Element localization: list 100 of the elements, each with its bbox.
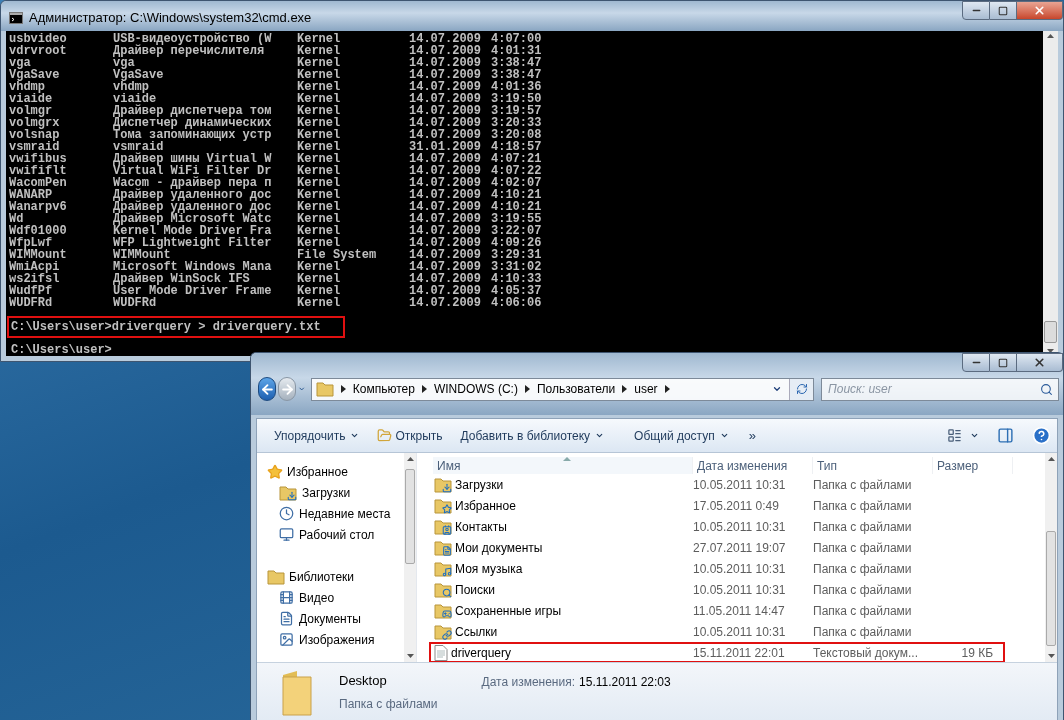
driver-description: Драйвер WinSock IFS [113,273,250,285]
folder-icon [434,623,452,640]
driver-time: 4:01:36 [491,81,542,93]
nav-group[interactable]: Избранное [267,461,348,482]
file-row[interactable]: Загрузки 10.05.2011 10:31 Папка с файлами [429,474,1005,495]
help-icon[interactable] [1032,426,1051,445]
command-line: C:\Users\user> [10,341,113,356]
scroll-down-arrow-icon[interactable] [406,654,414,658]
scroll-up-arrow-icon[interactable] [406,457,414,461]
column-header[interactable]: Имя [433,457,693,474]
driver-time: 3:19:55 [491,213,542,225]
driver-type: Kernel [297,81,342,93]
nav-item[interactable]: Видео [267,587,335,608]
search-icon[interactable] [1040,382,1053,396]
refresh-icon[interactable] [795,383,808,395]
nav-item[interactable]: Недавние места [267,503,391,524]
scrollbar[interactable] [404,453,416,662]
minimize-button[interactable] [962,1,990,20]
chevron-icon[interactable] [340,385,346,393]
scroll-down-arrow-icon[interactable] [1047,349,1054,353]
chevron-icon[interactable] [664,385,670,393]
maximize-button[interactable] [990,353,1017,372]
file-row[interactable]: Поиски 10.05.2011 10:31 Папка с файлами [429,579,1005,600]
window-title: Администратор: C:\Windows\system32\cmd.exe [29,9,312,27]
driver-name: WudfPf [9,285,54,297]
file-row[interactable]: Мои документы 27.07.2011 19:07 Папка с файлами [429,537,1005,558]
driver-date: 14.07.2009 [409,45,482,57]
close-button[interactable] [1017,1,1063,20]
back-button[interactable] [258,377,277,401]
nav-item[interactable]: Документы [267,608,361,629]
driver-name: WIMMount [9,249,68,261]
driver-date: 14.07.2009 [409,201,482,213]
toolbar-menu-button[interactable]: Добавить в библиотеку [460,426,605,445]
chevron-icon[interactable] [524,385,530,393]
driver-date: 14.07.2009 [409,189,482,201]
driver-type: Kernel [297,225,342,237]
close-button[interactable] [1017,353,1063,372]
file-row[interactable]: Ссылки 10.05.2011 10:31 Папка с файлами [429,621,1005,642]
folder-icon [434,539,452,556]
scrollbar[interactable] [1045,453,1057,662]
open-button[interactable]: Открыть [377,426,443,445]
file-row[interactable]: Моя музыка 10.05.2011 10:31 Папка с файлами [429,558,1005,579]
folder-icon [434,581,452,598]
driver-type: Kernel [297,153,342,165]
driver-description: User Mode Driver Frame [113,285,273,297]
driver-type: Kernel [297,105,342,117]
scrollbar-thumb[interactable] [1044,321,1057,343]
file-date: 10.05.2011 10:31 [693,476,787,494]
sort-arrow-icon [562,457,571,461]
driver-description: vga [113,57,135,69]
breadcrumb-item[interactable]: Пользователи [536,380,616,398]
scroll-up-arrow-icon[interactable] [1047,34,1054,38]
driver-type: Kernel [297,33,342,45]
driver-name: WUDFRd [9,297,54,309]
search-field[interactable]: Поиск: user [821,377,1059,401]
nav-item[interactable]: Изображения [267,629,375,650]
driver-name: WfpLwf [9,237,53,249]
driver-date: 14.07.2009 [409,81,482,93]
caret-icon [970,431,979,440]
file-date: 27.07.2011 19:07 [693,539,787,557]
file-row[interactable]: Избранное 17.05.2011 0:49 Папка с файлами [429,495,1005,516]
file-row[interactable]: Контакты 10.05.2011 10:31 Папка с файлами [429,516,1005,537]
driver-date: 14.07.2009 [409,213,482,225]
file-type: Папка с файлами [813,623,913,641]
driver-name: usbvideo [9,33,68,45]
nav-item[interactable]: Загрузки [267,482,351,503]
toolbar-menu-button[interactable]: Упорядочить [274,426,360,445]
driver-description: Драйвер Microsoft Watc [113,213,273,225]
driver-date: 14.07.2009 [409,237,482,249]
chevron-icon[interactable] [622,385,628,393]
more-commands-button[interactable]: » [748,425,756,446]
driver-description: Драйвер диспетчера том [113,105,273,117]
breadcrumb-item[interactable]: WINDOWS (C:) [433,380,518,398]
driver-description: WIMMount [113,249,171,261]
toolbar-menu-button[interactable]: Общий доступ [634,426,729,445]
driver-time: 3:20:08 [491,129,542,141]
console-icon [9,11,23,24]
file-row[interactable]: Сохраненные игры 11.05.2011 14:47 Папка с файлами [429,600,1005,621]
driver-type: Kernel [297,165,342,177]
scroll-down-arrow-icon[interactable] [1047,654,1055,658]
caret-icon[interactable] [772,384,782,394]
address-bar[interactable]: Компьютер WINDOWS (C:) Пользователи user [310,377,814,401]
breadcrumb-item[interactable]: Компьютер [352,380,415,398]
driver-name: WmiAcpi [9,261,61,273]
nav-group[interactable]: Библиотеки [267,566,354,587]
nav-item[interactable]: Рабочий стол [267,524,375,545]
scrollbar-thumb[interactable] [1046,531,1056,646]
view-options-button[interactable] [947,428,979,443]
breadcrumb-item[interactable]: user [634,380,658,398]
chevron-icon[interactable] [421,385,427,393]
file-type: Папка с файлами [813,476,913,494]
preview-pane-icon[interactable] [997,427,1014,444]
driver-type: Kernel [297,93,342,105]
monitor-icon [279,527,294,542]
driver-date: 14.07.2009 [409,129,482,141]
minimize-button[interactable] [962,353,990,372]
driver-type: Kernel [297,273,342,285]
scrollbar-thumb[interactable] [405,469,415,564]
scroll-up-arrow-icon[interactable] [1047,457,1055,461]
maximize-button[interactable] [990,1,1017,20]
